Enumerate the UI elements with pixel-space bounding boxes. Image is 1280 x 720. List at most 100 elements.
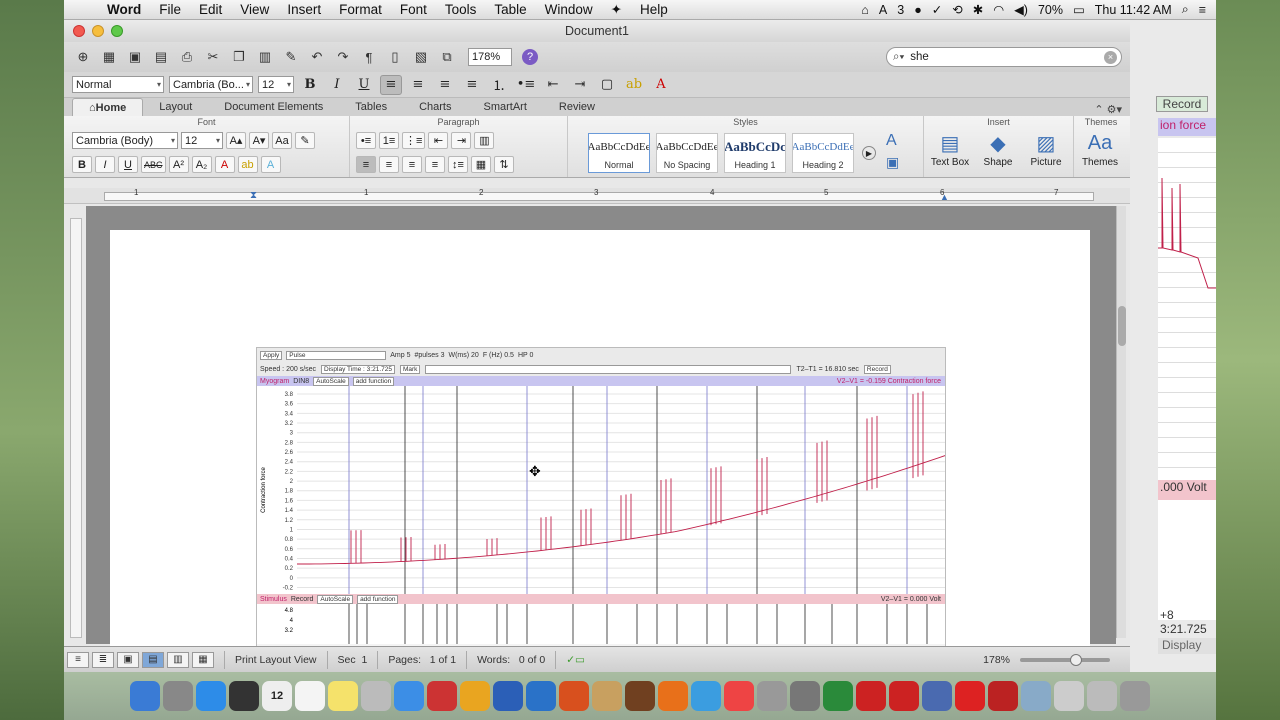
flag-icon[interactable]: A bbox=[879, 3, 887, 17]
tab-document-elements[interactable]: Document Elements bbox=[208, 98, 339, 116]
time-machine-icon[interactable]: ⟲ bbox=[952, 2, 962, 17]
sort-icon[interactable]: ⇅ bbox=[494, 156, 514, 173]
justify-icon[interactable]: ≡ bbox=[461, 75, 483, 95]
dock-dictionary-icon[interactable] bbox=[988, 681, 1018, 711]
menu-format[interactable]: Format bbox=[330, 2, 391, 17]
ribbon-align-center-icon[interactable]: ≡ bbox=[379, 156, 399, 173]
ribbon-font-select[interactable]: Cambria (Body) bbox=[72, 132, 178, 149]
vertical-ruler[interactable] bbox=[70, 218, 82, 638]
ribbon-align-left-icon[interactable]: ≡ bbox=[356, 156, 376, 173]
ribbon-numbering-icon[interactable]: 1≡ bbox=[379, 132, 399, 149]
shape-button[interactable]: ◆ Shape bbox=[976, 129, 1020, 169]
spelling-icon[interactable]: ✓▭ bbox=[566, 654, 585, 666]
help-icon[interactable]: ? bbox=[522, 49, 538, 65]
tab-tables[interactable]: Tables bbox=[339, 98, 403, 116]
dock-finder-icon[interactable] bbox=[130, 681, 160, 711]
dock-migration-icon[interactable] bbox=[757, 681, 787, 711]
print-icon[interactable]: ⎙ bbox=[176, 46, 198, 68]
copy-icon[interactable]: ❐ bbox=[228, 46, 250, 68]
wifi-icon[interactable]: ◠ bbox=[993, 2, 1004, 17]
tab-smartart[interactable]: SmartArt bbox=[468, 98, 543, 116]
background-record-button[interactable]: Record bbox=[1156, 96, 1208, 112]
highlight-icon[interactable]: ab bbox=[623, 75, 645, 95]
undo-icon[interactable]: ↶ bbox=[306, 46, 328, 68]
dock-camera-icon[interactable] bbox=[889, 681, 919, 711]
grow-font-icon[interactable]: A▴ bbox=[226, 132, 246, 149]
paste-icon[interactable]: ▥ bbox=[254, 46, 276, 68]
dock-trash-icon[interactable] bbox=[1120, 681, 1150, 711]
underline-icon[interactable]: U bbox=[353, 75, 375, 95]
dock-chrome-icon[interactable] bbox=[724, 681, 754, 711]
tab-home[interactable]: ⌂ Home bbox=[72, 98, 144, 116]
ribbon-italic-icon[interactable]: I bbox=[95, 156, 115, 173]
redo-icon[interactable]: ↷ bbox=[332, 46, 354, 68]
right-indent-marker-icon[interactable]: ▲ bbox=[940, 192, 949, 202]
align-center-icon[interactable]: ≡ bbox=[407, 75, 429, 95]
tab-charts[interactable]: Charts bbox=[403, 98, 467, 116]
dock-stickies-icon[interactable] bbox=[328, 681, 358, 711]
print-layout-view-icon[interactable]: ▤ bbox=[142, 651, 164, 668]
horizontal-ruler[interactable]: 1 1 2 3 4 5 6 7 ⧗ ▲ bbox=[64, 188, 1130, 204]
dock-garageband-icon[interactable] bbox=[625, 681, 655, 711]
menu-edit[interactable]: Edit bbox=[190, 2, 231, 17]
style-heading-2[interactable]: AaBbCcDdEe Heading 2 bbox=[792, 133, 854, 173]
pilcrow-icon[interactable]: ¶ bbox=[358, 46, 380, 68]
embedded-screenshot[interactable]: Apply Pulse Amp 5 #pulses 3 W(ms) 20 F (… bbox=[256, 347, 946, 647]
ribbon-justify-icon[interactable]: ≡ bbox=[425, 156, 445, 173]
script-icon[interactable]: ✦ bbox=[602, 2, 631, 18]
style-select[interactable]: Normal bbox=[72, 76, 164, 93]
ribbon-outdent-icon[interactable]: ⇤ bbox=[428, 132, 449, 149]
menu-tools[interactable]: Tools bbox=[436, 2, 486, 17]
outdent-icon[interactable]: ⇤ bbox=[542, 75, 564, 95]
dock-launchpad-icon[interactable] bbox=[163, 681, 193, 711]
new-document-icon[interactable]: ⊕ bbox=[72, 46, 94, 68]
tab-review[interactable]: Review bbox=[543, 98, 611, 116]
ribbon-options-icon[interactable]: ⌃ ⚙▾ bbox=[1094, 103, 1130, 116]
search-field[interactable]: ⌕▾ she × bbox=[886, 47, 1122, 67]
size-select[interactable]: 12 bbox=[258, 76, 294, 93]
dock-folder-icon[interactable] bbox=[1021, 681, 1051, 711]
subscript-icon[interactable]: A₂ bbox=[191, 156, 212, 173]
open-icon[interactable]: ▣ bbox=[124, 46, 146, 68]
menu-table[interactable]: Table bbox=[485, 2, 535, 17]
dock-firefox-icon[interactable] bbox=[658, 681, 688, 711]
battery-percent[interactable]: 70% bbox=[1038, 3, 1063, 17]
publishing-view-icon[interactable]: ▣ bbox=[117, 651, 139, 668]
list-icon[interactable]: ≡ bbox=[1199, 3, 1206, 17]
dock-excel-icon[interactable] bbox=[823, 681, 853, 711]
indent-marker-icon[interactable]: ⧗ bbox=[250, 190, 257, 201]
dock-safari-icon[interactable] bbox=[691, 681, 721, 711]
vertical-scrollbar[interactable] bbox=[1116, 206, 1126, 638]
strikethrough-icon[interactable]: ABC bbox=[141, 156, 166, 173]
save-icon[interactable]: ▤ bbox=[150, 46, 172, 68]
dock-box-icon[interactable] bbox=[922, 681, 952, 711]
home-icon[interactable]: ⌂ bbox=[861, 3, 869, 17]
dock-outlook-icon[interactable] bbox=[526, 681, 556, 711]
style-no-spacing[interactable]: AaBbCcDdEe No Spacing bbox=[656, 133, 718, 173]
spotlight-icon[interactable]: ⌕ bbox=[1182, 2, 1189, 17]
text-effects-icon[interactable]: A bbox=[260, 156, 281, 173]
dock-word-icon[interactable] bbox=[493, 681, 523, 711]
dock-acrobat-icon[interactable] bbox=[856, 681, 886, 711]
format-painter-icon[interactable]: ✎ bbox=[280, 46, 302, 68]
outline-view-icon[interactable]: ≣ bbox=[92, 651, 114, 668]
dock-preview-icon[interactable] bbox=[592, 681, 622, 711]
align-right-icon[interactable]: ≡ bbox=[434, 75, 456, 95]
zoom-select[interactable]: 178% bbox=[468, 48, 512, 66]
draft-view-icon[interactable]: ≡ bbox=[67, 651, 89, 668]
clock[interactable]: Thu 11:42 AM bbox=[1095, 3, 1172, 17]
themes-button[interactable]: Aa Themes bbox=[1078, 129, 1122, 169]
line-spacing-icon[interactable]: ↕≡ bbox=[448, 156, 468, 173]
menu-app-name[interactable]: Word bbox=[98, 2, 150, 17]
ribbon-highlight-icon[interactable]: ab bbox=[237, 156, 258, 173]
picture-button[interactable]: ▨ Picture bbox=[1024, 129, 1068, 169]
dock-documents-icon[interactable] bbox=[1054, 681, 1084, 711]
dock-pdf-icon[interactable] bbox=[955, 681, 985, 711]
menu-file[interactable]: File bbox=[150, 2, 190, 17]
zoom-slider[interactable] bbox=[1020, 653, 1110, 666]
italic-icon[interactable]: I bbox=[326, 75, 348, 95]
text-box-button[interactable]: ▤ Text Box bbox=[928, 129, 972, 169]
borders-icon[interactable]: ▢ bbox=[596, 75, 618, 95]
bold-icon[interactable]: B bbox=[299, 75, 321, 95]
dock-iworx-icon[interactable] bbox=[427, 681, 457, 711]
